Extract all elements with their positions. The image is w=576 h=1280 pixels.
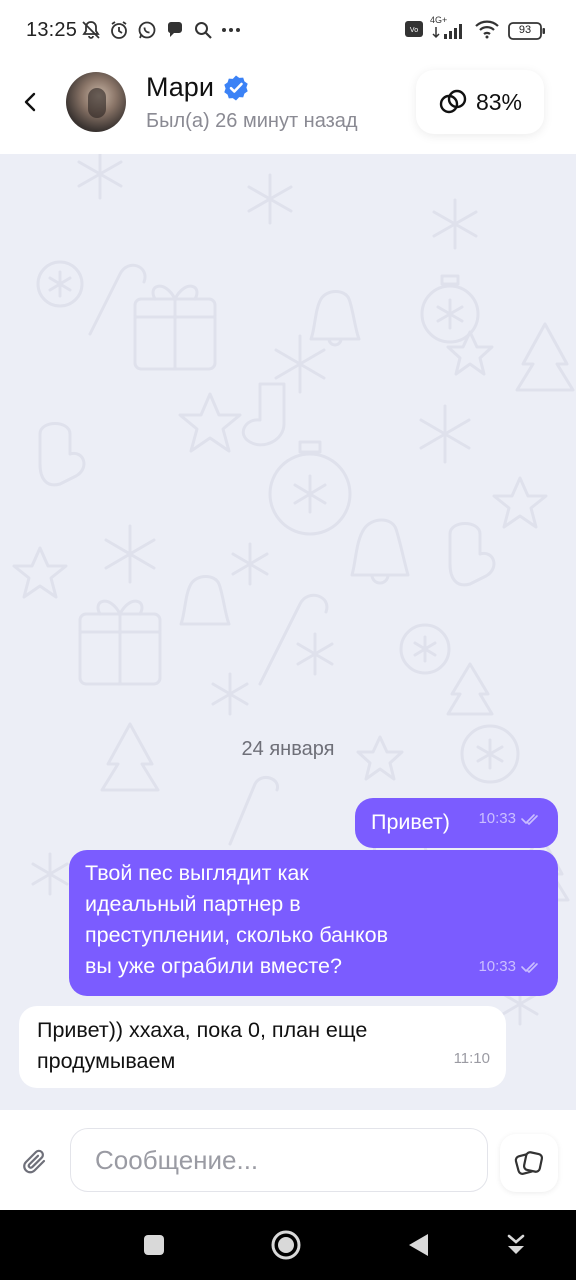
chevron-left-icon — [24, 92, 36, 112]
more-dots-icon — [220, 19, 242, 41]
message-line: идеальный партнер в — [85, 892, 301, 916]
double-check-icon — [521, 961, 538, 973]
last-seen-status: Был(а) 26 минут назад — [146, 110, 358, 132]
message-meta: 11:10 — [454, 1043, 490, 1074]
sticker-button[interactable] — [500, 1134, 558, 1192]
message-text: Твой пес выглядит как идеальный партнер … — [85, 858, 542, 982]
triangle-back-icon — [409, 1234, 428, 1256]
status-notification-icons — [80, 18, 242, 42]
message-line: Привет)) ххаха, пока 0, план еще — [37, 1018, 368, 1042]
status-time: 13:25 — [26, 19, 78, 41]
compatibility-badge[interactable]: 83% — [416, 70, 544, 134]
whatsapp-icon — [136, 19, 158, 41]
avatar[interactable] — [66, 72, 126, 132]
paperclip-icon — [23, 1149, 46, 1174]
message-time: 10:33 — [478, 958, 516, 975]
chat-header: Мари Был(а) 26 минут назад 83% — [0, 60, 576, 154]
bell-off-icon — [80, 19, 102, 41]
message-meta: 10:33 — [478, 951, 542, 982]
message-line: вы уже ограбили вместе? — [85, 954, 342, 978]
recents-button[interactable] — [136, 1227, 172, 1263]
date-separator: 24 января — [241, 738, 335, 760]
double-check-icon — [521, 813, 538, 825]
message-bubble-outgoing[interactable]: Привет) 10:33 — [355, 798, 558, 848]
search-icon — [192, 19, 214, 41]
home-button[interactable] — [268, 1227, 304, 1263]
status-system-icons: Vo 4G+ 93 — [404, 15, 546, 44]
message-input[interactable] — [70, 1128, 488, 1192]
status-bar: 13:25 Vo 4G+ 93 — [0, 0, 576, 60]
network-type: 4G+ — [430, 15, 448, 25]
compatibility-value: 83% — [475, 88, 523, 115]
svg-text:Vo: Vo — [410, 27, 418, 34]
keyboard-hide-button[interactable] — [498, 1227, 534, 1263]
stickers-icon — [514, 1151, 544, 1175]
battery-level: 93 — [518, 24, 532, 36]
chat-bubble-icon — [164, 19, 186, 41]
back-nav-button[interactable] — [400, 1227, 436, 1263]
message-time: 10:33 — [478, 810, 516, 827]
message-text: Привет)) ххаха, пока 0, план еще продумы… — [37, 1015, 437, 1077]
contact-name: Мари — [146, 72, 214, 102]
system-navigation-bar — [0, 1210, 576, 1280]
alarm-icon — [108, 19, 130, 41]
linked-rings-icon — [439, 89, 467, 114]
volte-icon: Vo — [404, 20, 424, 43]
message-line: продумываем — [37, 1049, 176, 1073]
circle-icon — [271, 1230, 301, 1260]
verified-badge-icon — [222, 74, 250, 102]
battery-icon: 93 — [508, 21, 546, 41]
contact-name-row[interactable]: Мари — [146, 72, 250, 103]
message-bubble-outgoing[interactable]: Твой пес выглядит как идеальный партнер … — [69, 850, 558, 996]
cellular-signal-icon: 4G+ — [430, 15, 466, 41]
chevron-down-icon — [507, 1234, 525, 1254]
square-icon — [144, 1235, 164, 1255]
chat-area[interactable]: 24 января Привет) 10:33 Твой пес выгляди… — [0, 154, 576, 1110]
message-composer — [0, 1110, 576, 1210]
message-line: Твой пес выглядит как — [85, 861, 309, 885]
message-meta: 10:33 — [478, 803, 542, 834]
wifi-icon — [474, 19, 500, 44]
message-time: 11:10 — [453, 1050, 490, 1067]
attach-button[interactable] — [18, 1144, 54, 1180]
message-line: преступлении, сколько банков — [85, 923, 389, 947]
message-bubble-incoming[interactable]: Привет)) ххаха, пока 0, план еще продумы… — [19, 1006, 506, 1088]
back-button[interactable] — [14, 86, 46, 118]
